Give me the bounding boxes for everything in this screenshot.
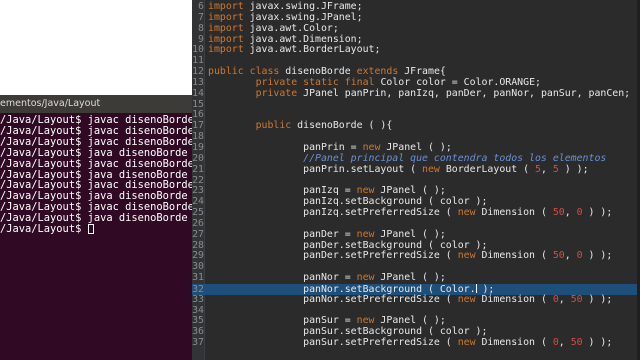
text-caret bbox=[475, 283, 477, 293]
code-text[interactable]: panIzq.setPreferredSize ( new Dimension … bbox=[208, 207, 612, 218]
terminal-output[interactable]: /Java/Layout$ javac disenoBorde.j/Java/L… bbox=[0, 113, 200, 235]
terminal-line: /Java/Layout$ javac disenoBorde.j bbox=[0, 202, 200, 214]
code-text[interactable]: panDer.setBackground ( color ); bbox=[208, 240, 487, 251]
terminal-line: /Java/Layout$ javac disenoBorde.j bbox=[0, 115, 200, 126]
code-text[interactable]: panPrin = new JPanel ( ); bbox=[208, 142, 452, 153]
code-text[interactable]: private static final Color color = Color… bbox=[208, 77, 541, 88]
code-text[interactable]: import java.awt.Dimension; bbox=[208, 34, 363, 45]
code-text[interactable]: panSur.setPreferredSize ( new Dimension … bbox=[208, 337, 612, 348]
code-line[interactable]: 33 panNor.setPreferredSize ( new Dimensi… bbox=[192, 293, 640, 306]
code-line[interactable]: 15 bbox=[192, 99, 640, 111]
line-number: 37 bbox=[192, 337, 204, 349]
line-number: 31 bbox=[192, 272, 204, 284]
code-text[interactable]: public disenoBorde ( ){ bbox=[208, 120, 393, 131]
line-number: 8 bbox=[198, 22, 204, 34]
line-number: 27 bbox=[192, 228, 204, 240]
code-text[interactable]: panPrin.setLayout ( new BorderLayout ( 5… bbox=[208, 164, 588, 175]
code-text[interactable]: import javax.swing.JFrame; bbox=[208, 1, 363, 12]
code-line[interactable]: 10 import java.awt.BorderLayout; bbox=[192, 44, 640, 56]
code-text[interactable]: //Panel principal que contendra todos lo… bbox=[208, 153, 606, 164]
code-editor[interactable]: 6 import javax.swing.JFrame; 7 import javax… bbox=[192, 0, 640, 360]
code-line[interactable]: 29 panDer.setPreferredSize ( new Dimensi… bbox=[192, 250, 640, 262]
terminal-line: /Java/Layout$ javac disenoBorde.j bbox=[0, 180, 200, 192]
terminal-line: /Java/Layout$ javac disenoBorde.j bbox=[0, 158, 200, 170]
code-line[interactable]: 14 private JPanel panPrin, panIzq, panDe… bbox=[192, 87, 640, 100]
code-text[interactable]: panIzq = new JPanel ( ); bbox=[208, 185, 446, 196]
code-text[interactable]: panNor = new JPanel ( ); bbox=[208, 272, 446, 283]
code-line[interactable]: 31 panNor = new JPanel ( ); bbox=[192, 272, 640, 284]
code-text[interactable]: import javax.swing.JPanel; bbox=[208, 12, 363, 23]
code-text[interactable]: import java.awt.BorderLayout; bbox=[208, 44, 380, 55]
line-number: 21 bbox=[192, 163, 204, 175]
terminal-window[interactable]: ementos/Java/Layout /Java/Layout$ javac … bbox=[0, 95, 200, 360]
code-area[interactable]: 6 import javax.swing.JFrame; 7 import javax… bbox=[192, 1, 640, 349]
code-text[interactable]: public class disenoBorde extends JFrame{ bbox=[208, 66, 446, 77]
terminal-line: /Java/Layout$ java disenoBorde bbox=[0, 191, 188, 203]
terminal-cursor bbox=[87, 224, 94, 235]
code-text[interactable]: panDer.setPreferredSize ( new Dimension … bbox=[208, 250, 612, 261]
code-line[interactable]: 17 public disenoBorde ( ){ bbox=[192, 120, 640, 132]
terminal-line: /Java/Layout$ javac disenoBorde.j bbox=[0, 136, 200, 148]
code-text[interactable]: panDer = new JPanel ( ); bbox=[208, 229, 446, 240]
code-text[interactable]: import java.awt.Color; bbox=[208, 23, 339, 34]
code-line[interactable]: 37 panSur.setPreferredSize ( new Dimensi… bbox=[192, 337, 640, 349]
code-text[interactable]: panSur.setBackground ( color ); bbox=[208, 326, 487, 337]
terminal-line: /Java/Layout$ bbox=[0, 224, 200, 235]
code-text[interactable]: private JPanel panPrin, panIzq, panDer, … bbox=[208, 88, 631, 99]
line-number: 14 bbox=[192, 87, 204, 99]
code-line[interactable]: 21 panPrin.setLayout ( new BorderLayout … bbox=[192, 163, 640, 176]
terminal-line: /Java/Layout$ javac disenoBorde.j bbox=[0, 125, 200, 137]
code-text[interactable]: panNor.setPreferredSize ( new Dimension … bbox=[208, 294, 612, 305]
terminal-line: /Java/Layout$ java disenoBorde bbox=[0, 147, 188, 159]
terminal-line: /Java/Layout$ java disenoBorde bbox=[0, 169, 188, 181]
line-number: 33 bbox=[192, 293, 204, 305]
terminal-line: /Java/Layout$ java disenoBorde bbox=[0, 213, 188, 225]
code-text[interactable]: panIzq.setBackground ( color ); bbox=[208, 196, 487, 207]
terminal-title: ementos/Java/Layout bbox=[0, 95, 200, 113]
code-line[interactable]: 25 panIzq.setPreferredSize ( new Dimensi… bbox=[192, 207, 640, 219]
code-text[interactable]: panSur = new JPanel ( ); bbox=[208, 315, 446, 327]
